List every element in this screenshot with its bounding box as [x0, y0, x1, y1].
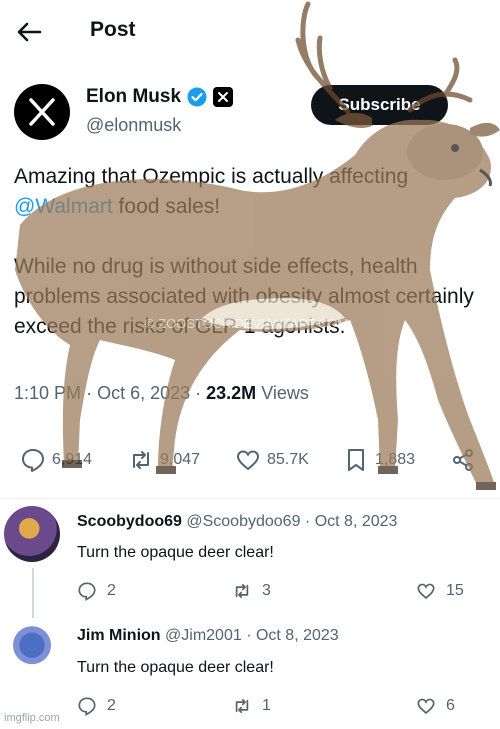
reply-button[interactable]: 6,914 — [20, 447, 92, 473]
mention-link[interactable]: @Walmart — [14, 195, 113, 218]
reply-text: Turn the opaque deer clear! — [77, 544, 274, 561]
reply-like-button[interactable]: 6 — [416, 696, 455, 716]
repost-button[interactable]: 9,047 — [128, 447, 200, 473]
reply-header: Scoobydoo69 @Scoobydoo69 · Oct 8, 2023 — [77, 513, 398, 530]
author-name-row: Elon Musk — [86, 86, 234, 108]
imgflip-watermark: imgflip.com — [4, 712, 60, 724]
view-count: 23.2M — [206, 383, 257, 403]
heart-icon — [417, 698, 435, 715]
reply-header: Jim Minion @Jim2001 · Oct 8, 2023 — [77, 627, 339, 644]
reply-date[interactable]: Oct 8, 2023 — [315, 513, 398, 530]
reply-author-handle: @Scoobydoo69 — [186, 513, 301, 530]
reply-repost-button[interactable]: 3 — [232, 581, 271, 601]
repost-count: 9,047 — [160, 451, 201, 468]
share-icon — [453, 449, 473, 471]
reply-reply-count: 2 — [107, 582, 116, 599]
reply-author-name[interactable]: Jim Minion — [77, 627, 161, 644]
author-handle: @elonmusk — [86, 115, 182, 135]
bookmark-count: 1,883 — [375, 451, 416, 468]
author-name[interactable]: Elon Musk — [86, 86, 181, 108]
repost-icon — [133, 451, 149, 469]
arrow-left-icon — [17, 22, 42, 42]
thread-line — [32, 568, 34, 618]
affiliate-x-badge-icon — [213, 87, 234, 107]
x-logo-icon — [29, 98, 55, 126]
back-button[interactable] — [14, 18, 44, 46]
reply-icon — [22, 449, 44, 472]
repost-icon — [235, 584, 249, 598]
bookmark-button[interactable]: 1,883 — [343, 447, 415, 473]
post-text: Amazing that Ozempic is actually affecti… — [14, 162, 494, 342]
heart-icon — [237, 450, 259, 470]
share-button[interactable] — [450, 447, 476, 473]
post-date[interactable]: Oct 6, 2023 — [97, 383, 190, 403]
post-line-2: @Walmart food sales! — [14, 192, 494, 222]
reply-reply-button[interactable]: 2 — [77, 696, 116, 716]
views-label: Views — [261, 383, 309, 403]
reply-count: 6,914 — [52, 451, 93, 468]
reply-repost-count: 3 — [262, 582, 271, 599]
heart-icon — [417, 583, 435, 600]
post-paragraph-2: While no drug is without side effects, h… — [14, 255, 474, 338]
reply-reply-button[interactable]: 2 — [77, 581, 116, 601]
reply-icon — [78, 582, 96, 601]
avatar[interactable] — [4, 506, 60, 562]
author-avatar[interactable] — [14, 84, 70, 140]
reply-repost-count: 1 — [262, 697, 271, 714]
page-title: Post — [90, 18, 136, 41]
like-button[interactable]: 85.7K — [235, 447, 309, 473]
post-meta: 1:10 PM · Oct 6, 2023 · 23.2M Views — [14, 383, 309, 403]
reply-author-handle: @Jim2001 — [165, 627, 242, 644]
reply-text: Turn the opaque deer clear! — [77, 659, 274, 676]
bookmark-icon — [348, 449, 364, 471]
verified-badge-icon — [187, 87, 207, 107]
divider — [0, 498, 500, 499]
reply-like-count: 6 — [446, 697, 455, 714]
post-line-2-text: food sales! — [112, 195, 221, 218]
avatar[interactable] — [4, 620, 60, 676]
like-count: 85.7K — [267, 451, 309, 468]
subscribe-button[interactable]: Subscribe — [311, 85, 448, 125]
reply-author-name[interactable]: Scoobydoo69 — [77, 513, 182, 530]
reply-like-count: 15 — [446, 582, 464, 599]
reply-repost-button[interactable]: 1 — [232, 696, 271, 716]
post-line-1: Amazing that Ozempic is actually affecti… — [14, 165, 409, 188]
reply-like-button[interactable]: 15 — [416, 581, 464, 601]
post-time[interactable]: 1:10 PM — [14, 383, 81, 403]
repost-icon — [235, 699, 249, 713]
reply-date[interactable]: Oct 8, 2023 — [256, 627, 339, 644]
top-bar: Post — [0, 0, 500, 64]
reply-icon — [78, 697, 96, 716]
post-action-bar: 6,914 9,047 85.7K 1,883 — [20, 447, 490, 479]
reply-reply-count: 2 — [107, 697, 116, 714]
